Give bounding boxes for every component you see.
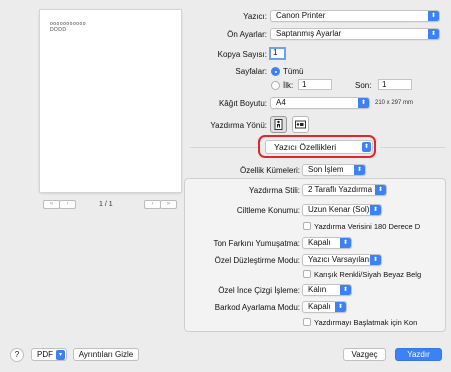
portrait-orientation-button[interactable] — [270, 116, 287, 133]
landscape-icon — [295, 120, 306, 129]
paper-size-label: Kâğıt Boyutu: — [218, 99, 267, 108]
feature-set-value: Son İşlem — [308, 165, 344, 174]
cancel-button[interactable]: Vazgeç — [343, 348, 386, 361]
chevron-updown-icon: ⬍ — [370, 255, 381, 265]
chevron-down-icon: ▾ — [56, 350, 65, 360]
special-correction-value: Yazıcı Varsayılanı — [308, 255, 372, 264]
rotate-180-label: Yazdırma Verisini 180 Derece D — [314, 222, 421, 231]
chevron-updown-icon: ⬍ — [340, 285, 351, 295]
help-button[interactable]: ? — [10, 348, 24, 362]
tone-smoothing-value: Kapalı — [308, 238, 331, 247]
pdf-menu-button[interactable]: PDF ▾ — [31, 348, 67, 361]
paper-size-select[interactable]: A4 ⬍ — [270, 97, 370, 109]
print-style-value: 2 Taraflı Yazdırma — [308, 185, 373, 194]
pages-all-radio[interactable] — [271, 67, 280, 76]
copies-label: Kopya Sayısı: — [217, 50, 267, 59]
special-correction-label: Özel Düzleştirme Modu: — [214, 256, 300, 265]
hide-details-button[interactable]: Ayrıntıları Gizle — [73, 348, 139, 361]
pages-range-radio[interactable] — [271, 81, 280, 90]
landscape-orientation-button[interactable] — [292, 116, 309, 133]
chevron-updown-icon: ⬍ — [428, 11, 439, 21]
pages-from-field[interactable]: 1 — [298, 79, 332, 90]
presets-label: Ön Ayarlar: — [227, 30, 267, 39]
chevron-updown-icon: ⬍ — [370, 205, 381, 215]
first-page-button[interactable]: « — [43, 200, 60, 209]
delay-print-checkbox[interactable] — [303, 318, 311, 326]
pages-all-label: Tümü — [283, 67, 304, 76]
pages-from-label: İlk: — [283, 81, 294, 90]
portrait-icon — [274, 119, 283, 130]
pages-label: Sayfalar: — [235, 67, 267, 76]
pdf-label: PDF — [37, 350, 53, 359]
previous-page-button[interactable]: ‹ — [59, 200, 76, 209]
pages-to-field[interactable]: 1 — [378, 79, 412, 90]
printer-select[interactable]: Canon Printer ⬍ — [270, 10, 440, 22]
tone-smoothing-label: Ton Farkını Yumuşatma: — [213, 239, 300, 248]
thin-line-select[interactable]: Kalın ⬍ — [302, 284, 352, 296]
next-page-button[interactable]: › — [144, 200, 161, 209]
feature-set-label: Özellik Kümeleri: — [239, 166, 300, 175]
preview-page-text: ooooooooooo DDDD — [50, 21, 87, 33]
binding-select[interactable]: Uzun Kenar (Sol) ⬍ — [302, 204, 382, 216]
chevron-updown-icon: ⬍ — [335, 302, 346, 312]
thin-line-label: Özel İnce Çizgi İşleme: — [218, 286, 300, 295]
binding-label: Ciltleme Konumu: — [236, 206, 300, 215]
chevron-updown-icon: ⬍ — [375, 185, 386, 195]
delay-print-label: Yazdırmayı Başlatmak için Kon — [314, 318, 418, 327]
tone-smoothing-select[interactable]: Kapalı ⬍ — [302, 237, 352, 249]
thin-line-value: Kalın — [308, 285, 327, 294]
mixed-color-label: Karışık Renkli/Siyah Beyaz Belg — [314, 270, 422, 279]
page-preview: ooooooooooo DDDD — [40, 10, 181, 192]
print-style-select[interactable]: 2 Taraflı Yazdırma ⬍ — [302, 184, 387, 196]
section-divider — [190, 147, 260, 148]
print-style-label: Yazdırma Stili: — [249, 186, 300, 195]
binding-value: Uzun Kenar (Sol) — [308, 205, 370, 214]
chevron-updown-icon: ⬍ — [340, 238, 351, 248]
highlight-outline — [258, 135, 376, 158]
printer-value: Canon Printer — [276, 11, 326, 20]
presets-value: Saptanmış Ayarlar — [276, 29, 342, 38]
rotate-180-checkbox[interactable] — [303, 222, 311, 230]
paper-size-value: A4 — [276, 98, 286, 107]
presets-select[interactable]: Saptanmış Ayarlar ⬍ — [270, 28, 440, 40]
mixed-color-checkbox[interactable] — [303, 270, 311, 278]
chevron-updown-icon: ⬍ — [354, 165, 365, 175]
print-button[interactable]: Yazdır — [395, 348, 442, 361]
chevron-updown-icon: ⬍ — [428, 29, 439, 39]
orientation-label: Yazdırma Yönü: — [210, 121, 267, 130]
chevron-updown-icon: ⬍ — [358, 98, 369, 108]
page-indicator: 1 / 1 — [99, 201, 113, 208]
feature-set-select[interactable]: Son İşlem ⬍ — [302, 164, 366, 176]
barcode-value: Kapalı — [308, 302, 331, 311]
paper-dimensions: 210 x 297 mm — [375, 100, 414, 106]
pages-to-label: Son: — [355, 81, 372, 90]
barcode-label: Barkod Ayarlama Modu: — [214, 303, 300, 312]
last-page-button[interactable]: » — [160, 200, 177, 209]
printer-label: Yazıcı: — [243, 12, 267, 21]
section-divider — [380, 147, 445, 148]
special-correction-select[interactable]: Yazıcı Varsayılanı ⬍ — [302, 254, 382, 266]
barcode-select[interactable]: Kapalı ⬍ — [302, 301, 347, 313]
copies-field[interactable]: 1 — [269, 47, 286, 60]
